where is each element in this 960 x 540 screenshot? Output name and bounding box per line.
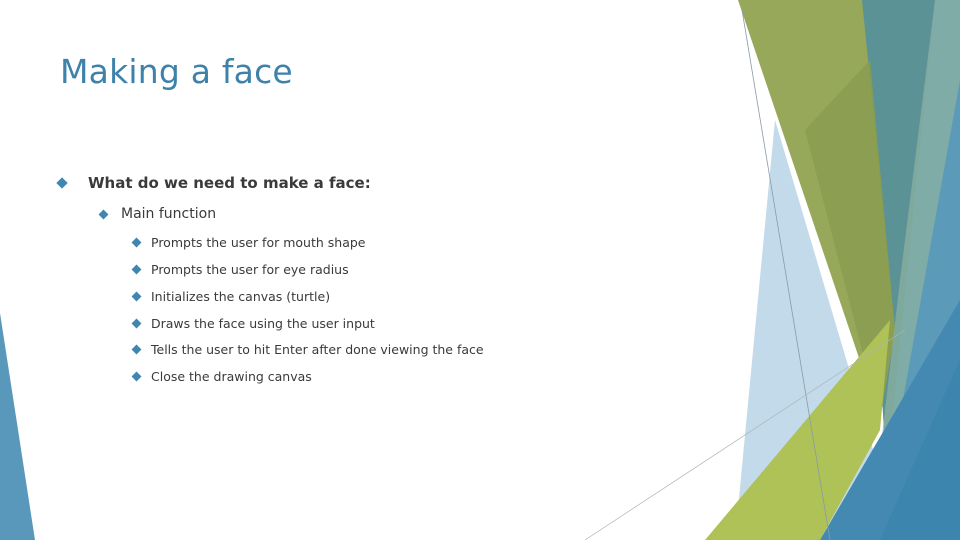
diamond-bullet-icon: [98, 209, 109, 219]
diamond-bullet-icon: [131, 237, 142, 248]
bullet-item: Prompts the user for eye radius: [130, 262, 349, 277]
bullet-text: Main function: [121, 206, 217, 222]
bullet-item: Close the drawing canvas: [130, 369, 312, 384]
diamond-bullet-icon: [131, 344, 142, 355]
diamond-bullet-icon: [131, 264, 142, 275]
diamond-bullet-icon: [56, 177, 68, 189]
bullet-level2: Main function: [97, 206, 216, 222]
bullet-text: Close the drawing canvas: [151, 369, 312, 384]
bullet-text: Tells the user to hit Enter after done v…: [151, 342, 484, 357]
bullet-item: Prompts the user for mouth shape: [130, 235, 365, 250]
bullet-text: Prompts the user for eye radius: [151, 262, 349, 277]
bullet-text: Draws the face using the user input: [151, 316, 375, 331]
diamond-bullet-icon: [131, 318, 142, 329]
bullet-level1: What do we need to make a face:: [55, 174, 371, 192]
bullet-text: What do we need to make a face:: [88, 174, 371, 192]
slide-title: Making a face: [60, 52, 293, 91]
bullet-item: Tells the user to hit Enter after done v…: [130, 342, 484, 357]
bullet-item: Draws the face using the user input: [130, 316, 375, 331]
diamond-bullet-icon: [131, 371, 142, 382]
diamond-bullet-icon: [131, 291, 142, 302]
bullet-text: Prompts the user for mouth shape: [151, 235, 366, 250]
left-blue-shape: [0, 313, 35, 540]
bullet-item: Initializes the canvas (turtle): [130, 289, 330, 304]
bullet-text: Initializes the canvas (turtle): [151, 289, 331, 304]
